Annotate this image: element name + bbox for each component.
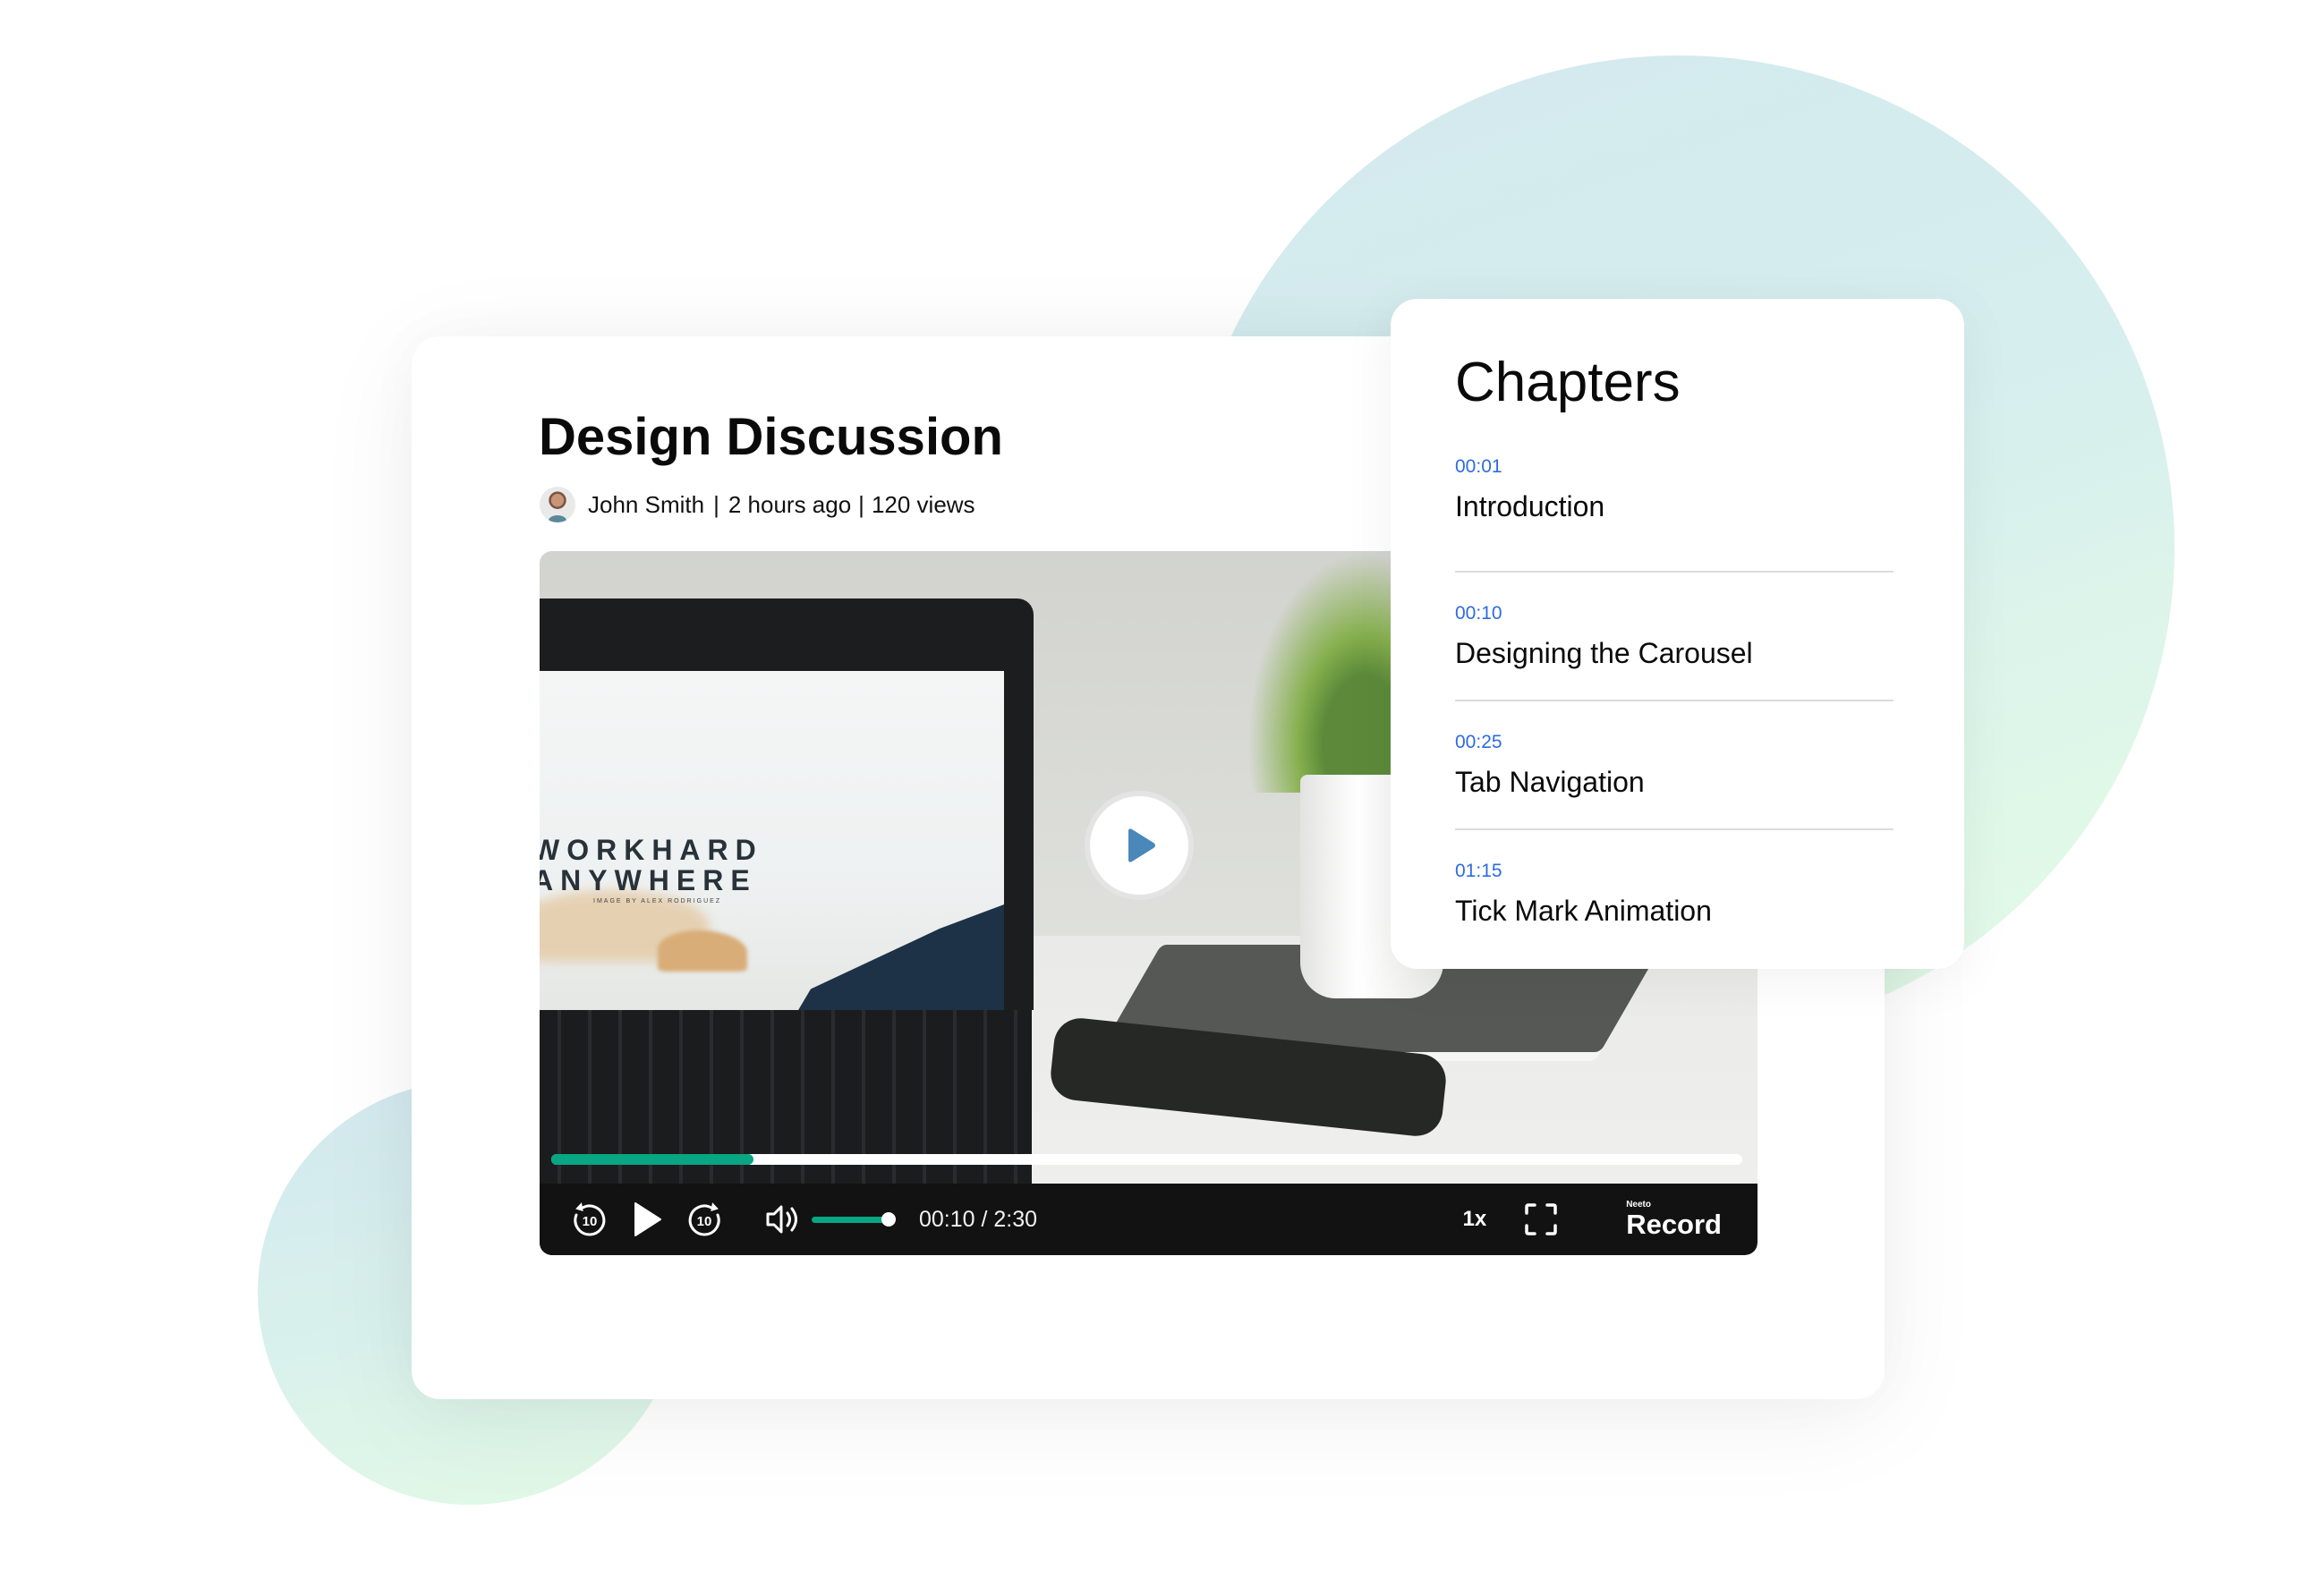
chapter-title: Introduction (1455, 490, 1605, 522)
volume-slider[interactable] (812, 1212, 896, 1227)
rewind-10-icon: 10 (574, 1202, 606, 1236)
chapters-panel: Chapters 00:01 Introduction 00:10 Design… (1391, 299, 1964, 969)
fullscreen-button[interactable] (1524, 1202, 1558, 1236)
author-name: John Smith (588, 490, 705, 518)
neeto-record-logo[interactable]: Neeto Record (1626, 1201, 1722, 1240)
chapter-time[interactable]: 00:10 (1455, 573, 1894, 624)
video-title: Design Discussion (539, 408, 1003, 466)
chapter-item[interactable]: 00:10 Designing the Carousel (1455, 573, 1894, 701)
volume-button[interactable] (763, 1200, 803, 1239)
chapter-title: Tick Mark Animation (1455, 895, 1712, 927)
chapter-title: Designing the Carousel (1455, 637, 1753, 669)
playback-speed-button[interactable]: 1x (1462, 1207, 1486, 1232)
volume-knob[interactable] (881, 1212, 896, 1227)
volume-fill (812, 1217, 889, 1223)
video-frame-laptop-screen: WORKHARD ANYWHERE IMAGE BY ALEX RODRIGUE… (540, 671, 1004, 1025)
fullscreen-icon (1525, 1203, 1557, 1235)
brand-big: Record (1626, 1209, 1722, 1240)
video-frame-laptop: WORKHARD ANYWHERE IMAGE BY ALEX RODRIGUE… (540, 598, 1034, 1055)
chapter-time[interactable]: 00:01 (1455, 456, 1894, 478)
chapter-item[interactable]: 00:01 Introduction (1455, 456, 1894, 573)
meta-separator: | (858, 490, 864, 518)
screen-credit: IMAGE BY ALEX RODRIGUEZ (593, 898, 722, 904)
progress-bar[interactable] (551, 1154, 1742, 1165)
play-button[interactable] (633, 1201, 663, 1237)
posted-time: 2 hours ago (728, 490, 852, 518)
overlay-play-button[interactable] (1085, 791, 1194, 900)
video-frame-cliff (789, 904, 1004, 1025)
forward-seconds: 10 (697, 1214, 712, 1229)
forward-10-icon: 10 (688, 1202, 720, 1236)
play-circle-icon (1128, 828, 1155, 862)
chapter-item[interactable]: 00:25 Tab Navigation (1455, 701, 1894, 830)
rewind-10-button[interactable]: 10 (570, 1200, 609, 1239)
chapters-title: Chapters (1455, 352, 1681, 413)
rewind-seconds: 10 (583, 1214, 598, 1229)
view-count: 120 views (871, 490, 975, 518)
chapter-item[interactable]: 01:15 Tick Mark Animation (1455, 830, 1894, 959)
meta-separator: | (713, 490, 719, 518)
time-display: 00:10 / 2:30 (919, 1206, 1038, 1232)
volume-icon (766, 1205, 797, 1234)
chapter-time[interactable]: 00:25 (1455, 701, 1894, 753)
chapter-title: Tab Navigation (1455, 766, 1645, 798)
screen-headline: WORKHARD ANYWHERE (540, 834, 763, 896)
progress-fill (551, 1154, 754, 1165)
avatar (540, 487, 575, 522)
forward-10-button[interactable]: 10 (685, 1200, 724, 1239)
chapter-list: 00:01 Introduction 00:10 Designing the C… (1455, 456, 1894, 959)
video-meta: John Smith | 2 hours ago | 120 views (540, 485, 975, 524)
play-icon (634, 1202, 661, 1236)
video-frame-rock (658, 930, 747, 972)
control-bar: 10 10 00:10 / 2:30 1x Neeto Record (540, 1184, 1758, 1255)
chapter-time[interactable]: 01:15 (1455, 830, 1894, 882)
